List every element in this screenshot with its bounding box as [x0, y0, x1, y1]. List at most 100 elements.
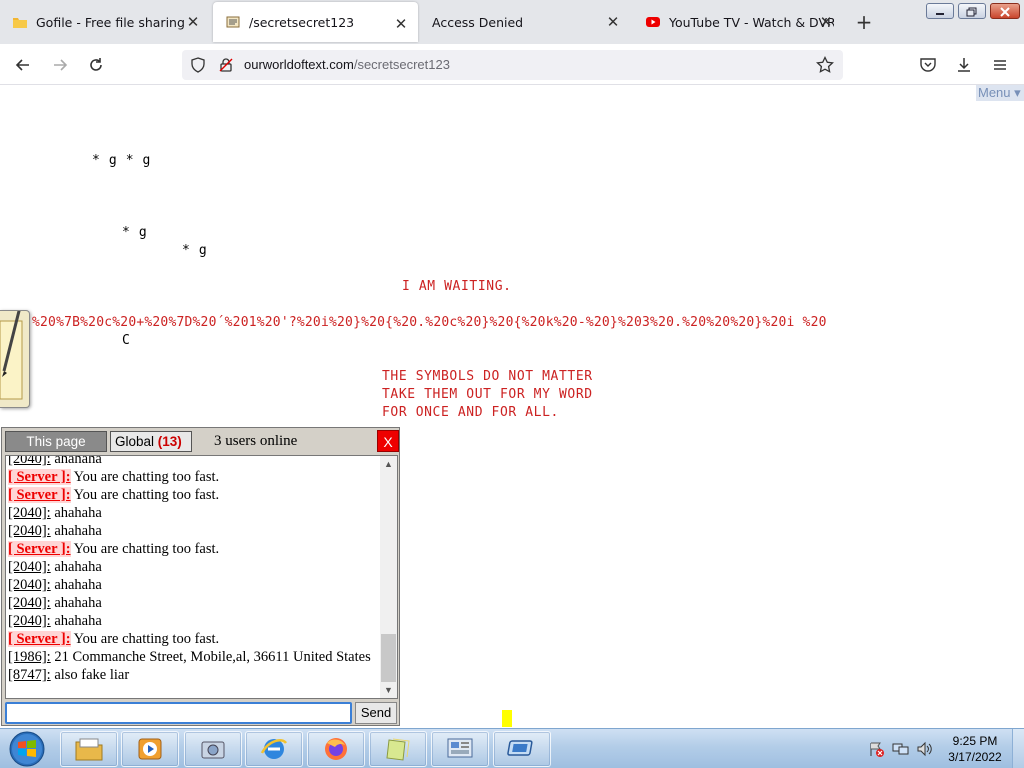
- pencil-icon: [0, 306, 23, 400]
- chat-scrollbar[interactable]: ▲ ▼: [380, 456, 397, 698]
- navigation-toolbar: ourworldoftext.com/secretsecret123: [0, 44, 1024, 85]
- chat-nickname[interactable]: [ Server ]:: [8, 487, 71, 503]
- chat-message: [8747]: also fake liar: [8, 666, 382, 684]
- chat-messages: [2040]: ahahaha[ Server ]: You are chatt…: [8, 456, 382, 684]
- show-desktop-button[interactable]: [1012, 729, 1024, 768]
- window-close-icon[interactable]: [990, 3, 1020, 19]
- downloads-icon[interactable]: [951, 52, 977, 78]
- new-tab-icon[interactable]: +: [854, 12, 874, 32]
- close-tab-icon[interactable]: ✕: [817, 13, 835, 31]
- chat-message: [2040]: ahahaha: [8, 576, 382, 594]
- chat-message: [2040]: ahahaha: [8, 504, 382, 522]
- control-panel-icon: [447, 738, 473, 758]
- chat-nickname[interactable]: [ Server ]:: [8, 631, 71, 647]
- back-icon[interactable]: [10, 52, 36, 78]
- owot-menu-button[interactable]: Menu ▾: [976, 85, 1024, 101]
- taskbar-app-remote-desktop[interactable]: [493, 731, 551, 767]
- tab-this-page[interactable]: This page: [5, 431, 107, 452]
- close-tab-icon[interactable]: ✕: [392, 15, 410, 33]
- scroll-down-icon[interactable]: ▼: [380, 682, 397, 698]
- pocket-icon[interactable]: [915, 52, 941, 78]
- chat-nickname[interactable]: [2040]:: [8, 523, 51, 539]
- taskbar-app-explorer[interactable]: [60, 731, 118, 767]
- canvas-text-line: * g: [122, 225, 148, 240]
- scroll-icon: [225, 14, 241, 30]
- start-button[interactable]: [4, 730, 50, 768]
- chat-input[interactable]: [5, 702, 352, 724]
- restore-icon[interactable]: [958, 3, 986, 19]
- close-tab-icon[interactable]: ✕: [184, 13, 202, 31]
- tab-label: YouTube TV - Watch & DVR L: [669, 14, 834, 30]
- tab-youtube-tv[interactable]: YouTube TV - Watch & DVR L ✕: [633, 0, 843, 44]
- tab-global-label: Global: [115, 434, 155, 449]
- chat-nickname[interactable]: [2040]:: [8, 595, 51, 611]
- chat-close-button[interactable]: X: [377, 430, 399, 452]
- chat-log[interactable]: [2040]: ahahaha[ Server ]: You are chatt…: [5, 455, 398, 699]
- taskbar-app-ie[interactable]: [245, 731, 303, 767]
- users-online-count: 3 users online: [214, 433, 298, 449]
- app-menu-icon[interactable]: [987, 52, 1013, 78]
- chat-message-text: ahahaha: [50, 559, 102, 575]
- system-clock[interactable]: 9:25 PM 3/17/2022: [940, 733, 1010, 765]
- remote-desktop-icon: [507, 740, 533, 756]
- chat-nickname[interactable]: [2040]:: [8, 577, 51, 593]
- chat-message: [2040]: ahahaha: [8, 612, 382, 630]
- gofile-icon: [12, 14, 28, 30]
- taskbar-app-devices[interactable]: [184, 731, 242, 767]
- insecure-lock-icon[interactable]: [218, 57, 234, 77]
- taskbar-app-control-panel[interactable]: [431, 731, 489, 767]
- clock-time: 9:25 PM: [952, 734, 998, 748]
- tab-global[interactable]: Global (13): [110, 431, 192, 452]
- tab-gofile[interactable]: Gofile - Free file sharing and ✕: [0, 0, 210, 44]
- tab-secretsecret123[interactable]: /secretsecret123 ✕: [213, 2, 418, 42]
- address-bar[interactable]: ourworldoftext.com/secretsecret123: [182, 50, 843, 80]
- chat-nickname[interactable]: [8747]:: [8, 667, 51, 683]
- canvas-text-symbols: THE SYMBOLS DO NOT MATTER: [382, 369, 593, 384]
- taskbar-app-sticky-notes[interactable]: [369, 731, 427, 767]
- chat-nickname[interactable]: [1986]:: [8, 649, 51, 665]
- sticky-note-widget[interactable]: [0, 306, 30, 408]
- network-icon[interactable]: [892, 741, 910, 761]
- volume-icon[interactable]: [916, 741, 934, 761]
- scroll-up-icon[interactable]: ▲: [380, 456, 397, 472]
- url-path: /secretsecret123: [353, 57, 450, 72]
- chat-nickname[interactable]: [2040]:: [8, 559, 51, 575]
- taskbar-app-firefox[interactable]: [307, 731, 365, 767]
- tab-access-denied[interactable]: Access Denied ✕: [420, 0, 630, 44]
- youtube-icon: [645, 14, 661, 30]
- action-center-flag-icon[interactable]: [868, 741, 884, 761]
- canvas-text-symbols: TAKE THEM OUT FOR MY WORD: [382, 387, 593, 402]
- devices-icon: [201, 741, 225, 759]
- taskbar-app-media[interactable]: [121, 731, 179, 767]
- text-cursor: [502, 710, 512, 727]
- minimize-icon[interactable]: [926, 3, 954, 19]
- chat-message-text: You are chatting too fast.: [70, 631, 220, 647]
- bookmark-star-icon[interactable]: [816, 55, 834, 78]
- chat-message-server: [ Server ]: You are chatting too fast.: [8, 540, 382, 558]
- chat-message-server: [ Server ]: You are chatting too fast.: [8, 630, 382, 648]
- tracking-protection-icon[interactable]: [190, 57, 206, 77]
- chat-message-server: [ Server ]: You are chatting too fast.: [8, 468, 382, 486]
- url-text[interactable]: ourworldoftext.com/secretsecret123: [244, 57, 450, 72]
- chat-message: [1986]: 21 Commanche Street, Mobile,al, …: [8, 648, 382, 666]
- chat-message: [2040]: ahahaha: [8, 522, 382, 540]
- chat-message: [2040]: ahahaha: [8, 456, 382, 468]
- chat-message-text: ahahaha: [50, 595, 102, 611]
- chat-nickname[interactable]: [2040]:: [8, 613, 51, 629]
- close-tab-icon[interactable]: ✕: [604, 13, 622, 31]
- canvas-text-symbols: FOR ONCE AND FOR ALL.: [382, 405, 559, 420]
- reload-icon[interactable]: [83, 52, 109, 78]
- chat-message-text: You are chatting too fast.: [70, 541, 220, 557]
- chat-nickname[interactable]: [ Server ]:: [8, 541, 71, 557]
- canvas-text-encoded: %20%7B%20c%20+%20%7D%20´%201%20'?%20i%20…: [32, 315, 827, 330]
- chat-nickname[interactable]: [2040]:: [8, 505, 51, 521]
- chat-nickname[interactable]: [ Server ]:: [8, 469, 71, 485]
- canvas-text-line: * g: [182, 243, 208, 258]
- send-button[interactable]: Send: [355, 702, 397, 724]
- clock-date: 3/17/2022: [948, 750, 1002, 764]
- chat-nickname[interactable]: [2040]:: [8, 456, 51, 467]
- scroll-thumb[interactable]: [381, 634, 396, 682]
- chat-message-text: also fake liar: [50, 667, 130, 683]
- forward-icon[interactable]: [47, 52, 73, 78]
- tab-label: /secretsecret123: [249, 14, 355, 30]
